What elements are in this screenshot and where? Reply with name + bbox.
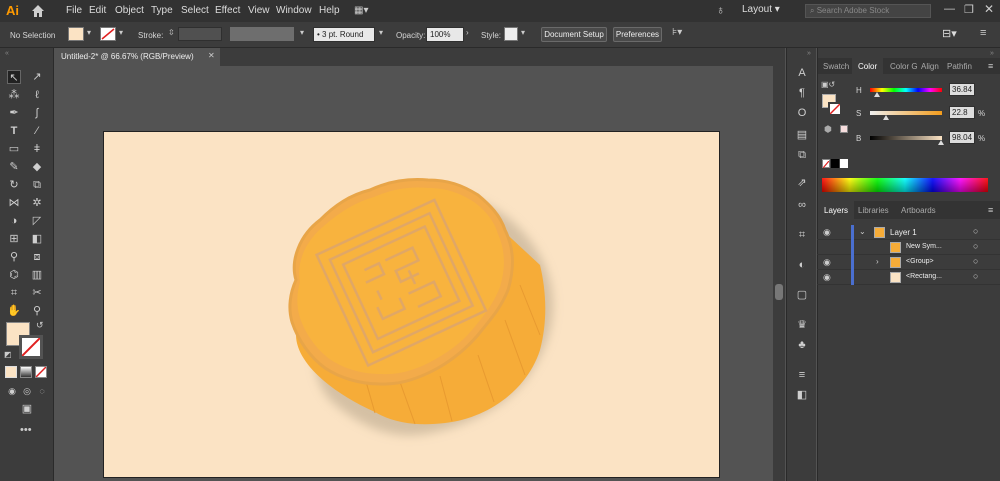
vertical-scrollbar[interactable] <box>773 66 785 481</box>
layer-name[interactable]: <Group> <box>906 258 934 265</box>
expand-chevron-icon[interactable]: ⌄ <box>859 227 866 236</box>
h-slider-thumb[interactable] <box>874 92 881 97</box>
white-swatch[interactable] <box>840 159 848 168</box>
panel-stroke-swatch[interactable] <box>828 102 842 116</box>
target-circle-icon[interactable]: ○ <box>973 256 978 266</box>
brushes-panel-icon[interactable]: ♛ <box>795 318 809 332</box>
b-field[interactable]: 98.04 <box>949 131 975 144</box>
h-label: H <box>856 86 862 95</box>
layers-panel-menu-icon[interactable]: ≡ <box>988 205 993 215</box>
layer-color-bar <box>851 270 854 285</box>
appearance-panel-icon[interactable]: ◐ <box>795 258 809 272</box>
target-circle-icon[interactable]: ○ <box>973 241 978 251</box>
visibility-eye-icon[interactable]: ◉ <box>823 272 831 283</box>
layer-row[interactable]: New Sym... ○ <box>817 240 1000 255</box>
out-of-gamut-icon: ⬢ <box>824 124 832 134</box>
b-slider[interactable] <box>870 136 944 145</box>
export-panel-icon[interactable]: ⇗ <box>795 176 809 190</box>
symbol-thumbnail <box>890 242 901 253</box>
tab-color[interactable]: Color <box>852 58 884 74</box>
tab-libraries[interactable]: Libraries <box>858 206 889 215</box>
properties-panel-icon[interactable]: ▤ <box>795 128 809 142</box>
visibility-eye-icon[interactable]: ◉ <box>823 257 831 268</box>
reset-colors-icon[interactable]: ▣↺ <box>821 80 835 89</box>
color-spectrum-bar[interactable] <box>822 178 988 192</box>
black-swatch[interactable] <box>831 159 839 168</box>
tab-swatches[interactable]: Swatch <box>823 62 849 71</box>
layer-row[interactable]: ◉ › <Group> ○ <box>817 255 1000 270</box>
s-label: S <box>856 109 862 118</box>
s-slider[interactable] <box>870 111 942 120</box>
rectangle-thumbnail <box>890 272 901 283</box>
panel-icon-dock: » A ¶ O ▤ ⧉ ⇗ ∞ ⌗ ◐ ▢ ♛ ♣ ≡ ◧ <box>786 48 816 481</box>
s-percent: % <box>978 109 986 118</box>
collapse-panels-icon[interactable]: » <box>990 50 994 57</box>
layer-row[interactable]: ◉ <Rectang... ○ <box>817 270 1000 285</box>
layer-row[interactable]: ◉ ⌄ Layer 1 ○ <box>817 225 1000 240</box>
tab-layers[interactable]: Layers <box>818 201 855 219</box>
gamut-swatch[interactable] <box>840 125 848 133</box>
target-circle-icon[interactable]: ○ <box>973 271 978 281</box>
layer-name[interactable]: <Rectang... <box>906 273 942 280</box>
transform-panel-icon[interactable]: ⌗ <box>795 228 809 242</box>
group-thumbnail <box>890 257 901 268</box>
tab-pathfinder[interactable]: Pathfin <box>947 62 972 71</box>
tab-color-guide[interactable]: Color G <box>890 62 918 71</box>
tab-align[interactable]: Align <box>921 62 939 71</box>
scroll-thumb[interactable] <box>775 284 783 300</box>
color-panel-menu-icon[interactable]: ≡ <box>988 61 993 71</box>
tab-artboards[interactable]: Artboards <box>901 206 936 215</box>
layer-color-bar <box>851 225 854 240</box>
paragraph-panel-icon[interactable]: ¶ <box>795 86 809 100</box>
opentype-panel-icon[interactable]: O <box>795 106 809 120</box>
layer-name[interactable]: Layer 1 <box>890 228 917 237</box>
expand-chevron-icon[interactable]: › <box>876 257 879 266</box>
b-label: B <box>856 134 862 143</box>
none-swatch[interactable] <box>822 159 830 169</box>
pathfinder-panel-icon[interactable]: ⧉ <box>795 148 809 162</box>
character-panel-icon[interactable]: A <box>795 66 809 80</box>
layer-name[interactable]: New Sym... <box>906 243 942 250</box>
s-slider-thumb[interactable] <box>882 115 889 120</box>
h-slider[interactable] <box>870 88 942 97</box>
layer-color-bar <box>851 240 854 255</box>
color-panel-tabbar: Swatch Color Color G Align Pathfin ≡ <box>818 58 1000 74</box>
b-slider-thumb[interactable] <box>937 140 944 145</box>
target-circle-icon[interactable]: ○ <box>973 226 978 236</box>
layer-thumbnail <box>874 227 885 238</box>
gradient-panel-icon[interactable]: ◧ <box>795 388 809 402</box>
expand-dock-icon[interactable]: » <box>807 50 811 57</box>
visibility-eye-icon[interactable]: ◉ <box>823 227 831 238</box>
b-percent: % <box>978 134 986 143</box>
symbols-panel-icon[interactable]: ♣ <box>795 338 809 352</box>
layer-color-bar <box>851 255 854 270</box>
s-field[interactable]: 22.8 <box>949 106 975 119</box>
h-field[interactable]: 36.84 <box>949 83 975 96</box>
asset-export-icon[interactable]: ▢ <box>795 288 809 302</box>
stroke-panel-icon[interactable]: ≡ <box>795 368 809 382</box>
layers-panel-tabbar: Layers Libraries Artboards ≡ <box>818 201 1000 219</box>
links-panel-icon[interactable]: ∞ <box>795 198 809 212</box>
